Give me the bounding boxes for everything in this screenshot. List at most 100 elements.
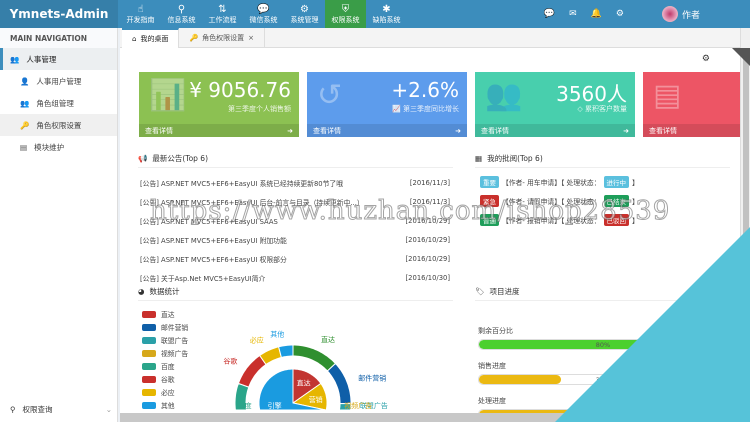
close-icon[interactable]: × xyxy=(248,34,254,42)
notice-text[interactable]: [公告] ASP.NET MVC5+EF6+EasyUI 附加功能 xyxy=(140,235,287,245)
pie-slice-outer-7[interactable] xyxy=(277,344,294,359)
app-logo[interactable]: Ymnets-Admin xyxy=(0,0,118,28)
comment-icon[interactable]: 💬 xyxy=(544,9,555,19)
nav-item-4[interactable]: ⚙ 系统管理 xyxy=(284,0,325,28)
legend-item[interactable]: 其他 xyxy=(142,400,175,410)
users-icon: 👥 xyxy=(20,98,30,108)
card-icon: 📊 xyxy=(149,78,187,113)
card-footer[interactable]: 查看详情➜ xyxy=(475,124,635,137)
notices-title: 最新公告(Top 6) xyxy=(152,154,209,163)
bell-icon[interactable]: 🔔 xyxy=(591,9,602,19)
card-footer[interactable]: 查看详情➜ xyxy=(139,124,299,137)
approval-item[interactable]: 重要 【作者- 用车申请】【 处理状态： 进行中】 xyxy=(480,176,639,188)
sidebar-item-label: 人事用户管理 xyxy=(36,76,82,86)
card-value: ¥ 9056.76 xyxy=(189,78,291,102)
card-footer[interactable]: 查看详情 ➜ xyxy=(307,124,467,137)
sidebar-group-hr[interactable]: 👥 人事管理 xyxy=(0,48,117,70)
card-footer[interactable]: 查看详情➜ xyxy=(643,124,740,137)
sidebar-item-modules[interactable]: ▤ 模块维护 xyxy=(0,136,117,158)
pie-label: 百度 xyxy=(238,401,252,410)
tab-desktop[interactable]: ⌂ 我的桌面 xyxy=(122,28,180,48)
legend-item[interactable]: 谷歌 xyxy=(142,374,175,384)
chevron-down-icon[interactable]: ⌄ xyxy=(106,405,112,414)
stats-donut-chart: 直达邮件营销联盟广告视频广告百度谷歌必应其他直达营销引擎 xyxy=(223,330,388,411)
legend-item[interactable]: 百度 xyxy=(142,361,175,371)
module-icon: ▤ xyxy=(20,142,28,152)
nav-item-1[interactable]: ⚲ 信息系统 xyxy=(161,0,202,28)
card-icon: ▤ xyxy=(653,78,682,113)
progress-label: 处理进度 xyxy=(478,397,506,405)
notice-date: [2016/10/30] xyxy=(405,273,450,282)
pie-slice-outer-1[interactable] xyxy=(326,362,352,405)
arrow-right-icon: ➜ xyxy=(455,126,461,135)
cogs-icon[interactable]: ⚙ xyxy=(616,9,624,19)
tab-role-permissions[interactable]: 🔑 角色权限设置 × xyxy=(179,28,266,48)
pie-label: 营销 xyxy=(309,395,323,404)
card-link[interactable]: 查看详情 xyxy=(481,126,509,136)
nav-item-label: 缺陷系统 xyxy=(372,15,401,24)
gear-icon[interactable]: ⚙ xyxy=(702,54,710,64)
stat-card: 👥 3560人 ◇ 累积客户数量 查看详情 ➜ xyxy=(475,72,635,137)
card-link[interactable]: 查看详情 xyxy=(313,126,341,136)
sidebar-group-label: 人事管理 xyxy=(26,54,57,64)
sidebar-heading: MAIN NAVIGATION xyxy=(0,28,117,48)
notice-item[interactable]: [公告] ASP.NET MVC5+EF6+EasyUI 权限部分 [2016/1… xyxy=(140,250,450,267)
nav-item-2[interactable]: ⇅ 工作流程 xyxy=(202,0,243,28)
notice-date: [2016/11/3] xyxy=(409,178,450,187)
tab-label: 角色权限设置 xyxy=(202,34,245,42)
nav-item-label: 信息系统 xyxy=(167,15,196,24)
sidebar: MAIN NAVIGATION 👥 人事管理 👤 人事用户管理 👥 角色组管理 🔑 角色… xyxy=(0,28,118,422)
card-link[interactable]: 查看详情 xyxy=(649,126,677,136)
tag-icon: 🏷 xyxy=(475,287,485,296)
user-name: 作者 xyxy=(681,10,700,21)
sidebar-item-role-groups[interactable]: 👥 角色组管理 xyxy=(0,92,117,114)
notice-item[interactable]: [公告] ASP.NET MVC5+EF6+EasyUI 系统已经持续更新80节… xyxy=(140,174,450,191)
notice-text[interactable]: [公告] ASP.NET MVC5+EF6+EasyUI 系统已经持续更新80节… xyxy=(140,178,343,188)
notice-date: [2016/10/29] xyxy=(405,254,450,263)
sidebar-item-label: 模块维护 xyxy=(34,142,65,152)
pie-slice-outer-5[interactable] xyxy=(237,354,267,388)
sidebar-item-permission-query[interactable]: ⚲ 权限查询 ⌄ xyxy=(0,400,118,418)
legend-label: 谷歌 xyxy=(161,376,175,384)
legend-swatch xyxy=(142,323,156,331)
nav-item-5[interactable]: ⛨ 权限系统 xyxy=(325,0,366,28)
key-icon: 🔑 xyxy=(189,34,199,42)
notice-text[interactable]: [公告] 关于Asp.Net MVC5+EasyUI简介 xyxy=(140,273,265,283)
cogs-icon: ⚙ xyxy=(300,3,309,15)
priority-badge: 重要 xyxy=(480,176,499,188)
notices-header: 📢 最新公告(Top 6) xyxy=(138,150,453,168)
nav-item-6[interactable]: ✱ 缺陷系统 xyxy=(366,0,407,28)
sidebar-item-hr-users[interactable]: 👤 人事用户管理 xyxy=(0,70,117,92)
sitemap-icon: ⚲ xyxy=(10,404,16,414)
tab-label: 我的桌面 xyxy=(140,35,169,43)
legend-item[interactable]: 直达 xyxy=(142,309,175,319)
user-icon: 👤 xyxy=(20,76,30,86)
pie-label: 其他 xyxy=(270,330,284,339)
hand-icon: ☝ xyxy=(137,3,144,15)
legend-label: 必应 xyxy=(161,389,175,397)
legend-label: 百度 xyxy=(161,363,175,371)
legend-item[interactable]: 必应 xyxy=(142,387,175,397)
notice-item[interactable]: [公告] ASP.NET MVC5+EF6+EasyUI 附加功能 [2016/1… xyxy=(140,231,450,248)
sidebar-item-label: 权限查询 xyxy=(22,404,53,414)
user-menu[interactable]: 作者 xyxy=(638,6,700,22)
notice-text[interactable]: [公告] ASP.NET MVC5+EF6+EasyUI 权限部分 xyxy=(140,254,287,264)
nav-item-0[interactable]: ☝ 开发指南 xyxy=(120,0,161,28)
envelope-icon[interactable]: ✉ xyxy=(569,9,577,19)
bullhorn-icon: 📢 xyxy=(138,154,148,163)
fullscreen-corner[interactable] xyxy=(732,48,750,66)
shield-icon: ⛨ xyxy=(341,3,350,15)
sidebar-item-label: 角色组管理 xyxy=(36,98,74,108)
pie-label: 引擎 xyxy=(268,401,282,410)
pie-slice-outer-0[interactable] xyxy=(292,344,337,372)
card-link[interactable]: 查看详情 xyxy=(145,126,173,136)
card-value: +2.6% xyxy=(391,78,459,102)
wechat-icon: 💬 xyxy=(257,3,270,15)
header-actions: 💬 ✉ 🔔 ⚙ 作者 xyxy=(544,0,750,28)
decorative-triangle xyxy=(555,227,750,422)
nav-item-3[interactable]: 💬 微信系统 xyxy=(243,0,284,28)
sidebar-item-role-permissions[interactable]: 🔑 角色权限设置 xyxy=(0,114,117,136)
pie-label: 直达 xyxy=(297,379,311,388)
card-subtitle: 📈 第三季度同比增长 xyxy=(392,105,459,113)
card-subtitle: ◇ 累积客户数量 xyxy=(577,105,627,113)
